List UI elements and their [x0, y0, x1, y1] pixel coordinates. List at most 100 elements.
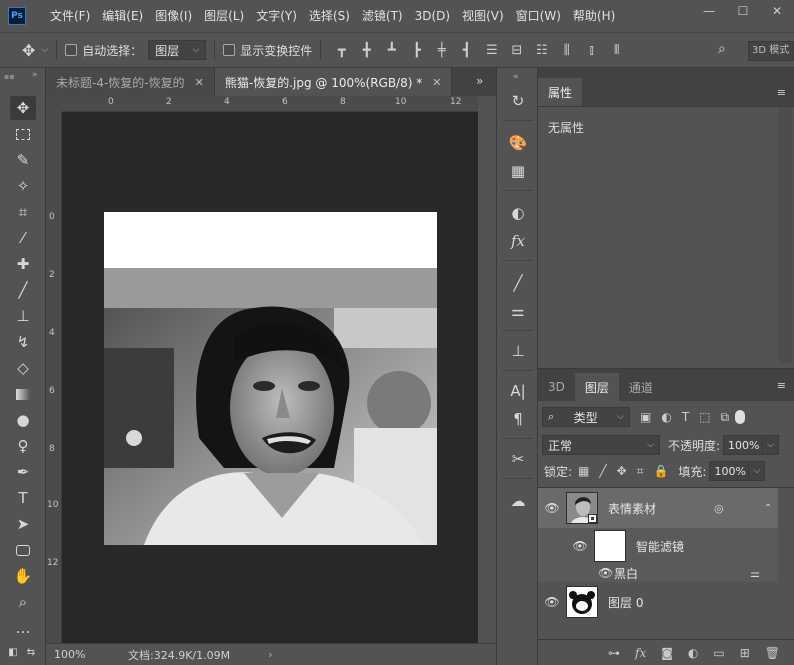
- color-panel-icon[interactable]: 🎨: [506, 132, 530, 154]
- filter-smart-object-icon[interactable]: ⧉: [721, 410, 730, 425]
- type-tool-icon[interactable]: T: [10, 486, 36, 510]
- history-brush-tool-icon[interactable]: ↯: [10, 330, 36, 354]
- marquee-tool-icon[interactable]: [10, 122, 36, 146]
- tab-channels[interactable]: 通道: [619, 373, 663, 401]
- align-right-icon[interactable]: ┫: [460, 43, 473, 58]
- more-tools-icon[interactable]: …: [10, 616, 36, 640]
- gradient-tool-icon[interactable]: [10, 382, 36, 406]
- lock-artboard-icon[interactable]: ⌗: [637, 464, 644, 479]
- distribute-left-icon[interactable]: ⫼: [560, 43, 573, 58]
- tab-untitled-4[interactable]: 未标题-4-恢复的-恢复的 ✕: [46, 68, 215, 96]
- menu-image[interactable]: 图像(I): [149, 0, 198, 32]
- fill-input[interactable]: 100%: [709, 461, 750, 481]
- link-layers-icon[interactable]: ⊶: [608, 646, 620, 660]
- zoom-tool-icon[interactable]: ⌕: [10, 590, 36, 614]
- eyedropper-tool-icon[interactable]: ⁄: [10, 226, 36, 250]
- panel-menu-icon[interactable]: ≡: [777, 86, 786, 99]
- menu-window[interactable]: 窗口(W): [510, 0, 567, 32]
- layer-row-smart-object[interactable]: 👁 ▪ 表情素材 ◎ ⌃: [538, 488, 778, 528]
- minimize-button[interactable]: —: [692, 0, 726, 22]
- menu-select[interactable]: 选择(S): [303, 0, 356, 32]
- brushes-panel-icon[interactable]: ⚌: [506, 300, 530, 322]
- move-tool-icon[interactable]: ✥: [22, 41, 35, 60]
- ruler-vertical[interactable]: 0 2 4 6 8 10 12: [46, 112, 62, 643]
- close-button[interactable]: ✕: [760, 0, 794, 22]
- clone-stamp-tool-icon[interactable]: ⊥: [10, 304, 36, 328]
- layer-name[interactable]: 智能滤镜: [636, 538, 684, 555]
- eraser-tool-icon[interactable]: ◇: [10, 356, 36, 380]
- align-top-icon[interactable]: ┳: [335, 43, 348, 58]
- more-tabs-icon[interactable]: »: [476, 74, 483, 88]
- layer-name[interactable]: 表情素材: [608, 500, 656, 517]
- brush-tool-icon[interactable]: ╱: [10, 278, 36, 302]
- layer-style-icon[interactable]: fx: [635, 646, 646, 660]
- layer-row-smart-filters[interactable]: 👁 智能滤镜: [538, 528, 778, 564]
- document-canvas[interactable]: [104, 212, 437, 545]
- status-menu-icon[interactable]: ›: [268, 648, 272, 661]
- align-bottom-icon[interactable]: ┻: [385, 43, 398, 58]
- tab-panda-jpg[interactable]: 熊猫-恢复的.jpg @ 100%(RGB/8) * ✕: [214, 68, 453, 96]
- menu-edit[interactable]: 编辑(E): [96, 0, 149, 32]
- add-mask-icon[interactable]: ◙: [661, 646, 673, 660]
- maximize-button[interactable]: ☐: [726, 0, 760, 22]
- swap-colors-icon[interactable]: ⇆: [22, 640, 40, 664]
- menu-file[interactable]: 文件(F): [44, 0, 96, 32]
- lock-image-icon[interactable]: ╱: [599, 464, 606, 479]
- close-tab-icon[interactable]: ✕: [432, 76, 441, 89]
- ruler-horizontal[interactable]: 0 2 4 6 8 10 12: [62, 96, 478, 112]
- tab-properties[interactable]: 属性: [538, 78, 583, 106]
- blend-mode-select[interactable]: 正常 ⌵: [542, 435, 660, 455]
- paragraph-panel-icon[interactable]: ¶: [506, 408, 530, 430]
- distribute-bottom-icon[interactable]: ☷: [535, 43, 548, 58]
- distribute-hcenter-icon[interactable]: ⫾: [585, 43, 598, 58]
- blur-tool-icon[interactable]: ●: [10, 408, 36, 432]
- visibility-eye-icon[interactable]: 👁: [538, 501, 566, 515]
- canvas-area[interactable]: [62, 112, 478, 643]
- tool-preset-dropdown-icon[interactable]: ⌵: [41, 45, 48, 55]
- brush-settings-icon[interactable]: ╱: [506, 272, 530, 294]
- panel-menu-icon[interactable]: ≡: [777, 379, 786, 392]
- filter-options-icon[interactable]: ⚌: [750, 567, 760, 580]
- kind-filter-select[interactable]: ⌕ 类型 ⌵: [542, 407, 630, 427]
- libraries-panel-icon[interactable]: ☁: [506, 490, 530, 512]
- distribute-vcenter-icon[interactable]: ⊟: [510, 43, 523, 58]
- distribute-top-icon[interactable]: ☰: [485, 43, 498, 58]
- filter-toggle[interactable]: [735, 410, 746, 424]
- magic-wand-tool-icon[interactable]: ✧: [10, 174, 36, 198]
- chevron-down-icon[interactable]: ⌵: [763, 435, 780, 455]
- filter-adjustment-icon[interactable]: ◐: [661, 410, 671, 425]
- menu-help[interactable]: 帮助(H): [567, 0, 621, 32]
- new-group-icon[interactable]: ▭: [713, 646, 724, 660]
- panel-grip-icon[interactable]: ▪▪: [4, 72, 15, 81]
- chevron-down-icon[interactable]: ⌵: [749, 461, 766, 481]
- auto-select-checkbox[interactable]: [65, 44, 78, 56]
- lock-position-icon[interactable]: ✥: [617, 464, 627, 479]
- show-transform-checkbox[interactable]: [223, 44, 236, 56]
- opacity-input[interactable]: 100%: [723, 435, 764, 455]
- new-layer-icon[interactable]: ⊞: [740, 646, 750, 660]
- layer-name[interactable]: 黑白: [614, 565, 638, 582]
- filter-type-icon[interactable]: T: [682, 410, 689, 425]
- layer-name[interactable]: 图层 0: [608, 594, 643, 611]
- chevron-up-icon[interactable]: ⌃: [764, 503, 772, 514]
- menu-filter[interactable]: 滤镜(T): [356, 0, 409, 32]
- swatches-panel-icon[interactable]: ▦: [506, 160, 530, 182]
- adjustments-panel-icon[interactable]: ◐: [506, 202, 530, 224]
- delete-layer-icon[interactable]: 🗑: [765, 646, 780, 660]
- menu-type[interactable]: 文字(Y): [250, 0, 303, 32]
- align-left-icon[interactable]: ┣: [410, 43, 423, 58]
- tool-presets-icon[interactable]: ✂: [506, 448, 530, 470]
- crop-tool-icon[interactable]: ⌗: [10, 200, 36, 224]
- history-panel-icon[interactable]: ↻: [506, 90, 530, 112]
- filter-pixel-icon[interactable]: ▣: [640, 410, 651, 425]
- clone-source-icon[interactable]: ⊥: [506, 340, 530, 362]
- vertical-scrollbar[interactable]: [478, 96, 496, 643]
- align-vcenter-icon[interactable]: ╋: [360, 43, 373, 58]
- pen-tool-icon[interactable]: ✒: [10, 460, 36, 484]
- align-hcenter-icon[interactable]: ╪: [435, 43, 448, 58]
- layer-row-bw-filter[interactable]: 👁 黑白 ⚌: [538, 564, 778, 582]
- path-select-tool-icon[interactable]: ➤: [10, 512, 36, 536]
- styles-panel-icon[interactable]: fx: [506, 230, 530, 252]
- collapse-icon[interactable]: »: [32, 70, 38, 80]
- search-icon[interactable]: ⌕: [718, 41, 726, 57]
